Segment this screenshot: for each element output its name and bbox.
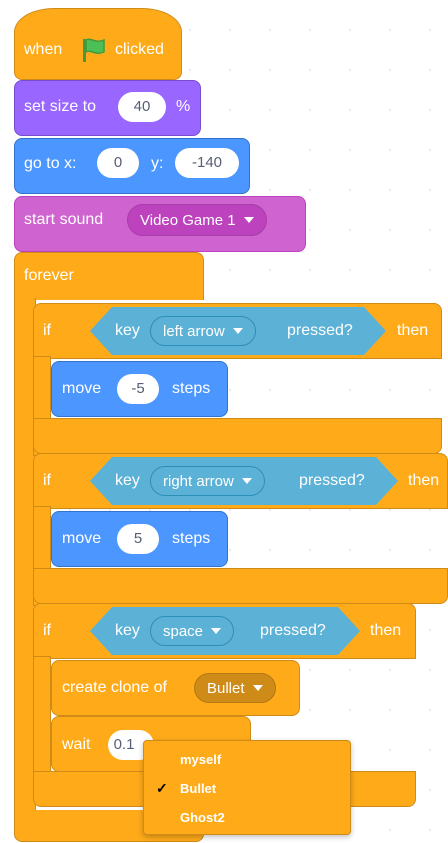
key-right-key-label: key — [115, 472, 140, 489]
menu-item-bullet[interactable]: ✓ Bullet — [144, 775, 350, 801]
set-size-unit-label: % — [176, 98, 191, 115]
menu-item-label: Ghost2 — [180, 810, 225, 825]
clone-target-value: Bullet — [207, 680, 245, 697]
menu-item-label: Bullet — [180, 781, 217, 796]
key-space-pressed-label: pressed? — [260, 622, 326, 639]
key-left-key-label: key — [115, 322, 140, 339]
key-space-dropdown[interactable]: space — [150, 616, 235, 646]
move-right-steps-label: steps — [172, 530, 211, 547]
create-clone-label: create clone of — [62, 679, 167, 696]
if-right-bottom — [33, 568, 448, 604]
hat-when-label: when — [24, 41, 63, 58]
go-to-y-input[interactable]: -140 — [175, 148, 239, 178]
go-to-x-label: go to x: — [24, 155, 77, 172]
set-size-input[interactable]: 40 — [118, 92, 166, 122]
move-left-label: move — [62, 380, 102, 397]
menu-item-myself[interactable]: myself — [144, 746, 350, 772]
if-left-then-label: then — [397, 322, 429, 339]
chevron-down-icon — [211, 628, 222, 635]
menu-item-label: myself — [180, 752, 222, 767]
clone-target-menu: myself ✓ Bullet Ghost2 — [143, 740, 351, 835]
if-left-if-label: if — [43, 322, 51, 339]
chevron-down-icon — [232, 328, 243, 335]
move-right-label: move — [62, 530, 102, 547]
key-right-dropdown[interactable]: right arrow — [150, 466, 265, 496]
set-size-label: set size to — [24, 98, 97, 115]
go-to-x-input[interactable]: 0 — [97, 148, 139, 178]
key-right-dropdown-value: right arrow — [163, 473, 234, 490]
chevron-down-icon — [241, 478, 252, 485]
move-left-steps-input[interactable]: -5 — [117, 374, 159, 404]
wait-label: wait — [62, 736, 91, 753]
green-flag-icon — [79, 36, 109, 64]
go-to-y-label: y: — [151, 155, 164, 172]
if-right-if-label: if — [43, 472, 51, 489]
forever-label: forever — [24, 267, 74, 284]
sound-dropdown-value: Video Game 1 — [140, 212, 236, 229]
if-right-then-label: then — [408, 472, 440, 489]
key-space-key-label: key — [115, 622, 140, 639]
if-left-bottom — [33, 418, 442, 454]
chevron-down-icon — [243, 217, 254, 224]
move-right-steps-input[interactable]: 5 — [117, 524, 159, 554]
key-left-dropdown-value: left arrow — [163, 323, 225, 340]
checkmark-icon: ✓ — [156, 780, 168, 796]
key-right-pressed-label: pressed? — [299, 472, 365, 489]
menu-item-ghost2[interactable]: Ghost2 — [144, 804, 350, 830]
key-space-dropdown-value: space — [163, 623, 204, 640]
clone-target-dropdown[interactable]: Bullet — [194, 673, 276, 703]
if-space-arm — [33, 656, 51, 776]
if-space-then-label: then — [370, 622, 402, 639]
chevron-down-icon — [252, 685, 263, 692]
sound-dropdown[interactable]: Video Game 1 — [127, 204, 267, 236]
move-left-steps-label: steps — [172, 380, 211, 397]
hat-clicked-label: clicked — [115, 41, 164, 58]
key-left-dropdown[interactable]: left arrow — [150, 316, 256, 346]
key-left-pressed-label: pressed? — [287, 322, 353, 339]
if-space-if-label: if — [43, 622, 51, 639]
start-sound-label: start sound — [24, 211, 104, 228]
